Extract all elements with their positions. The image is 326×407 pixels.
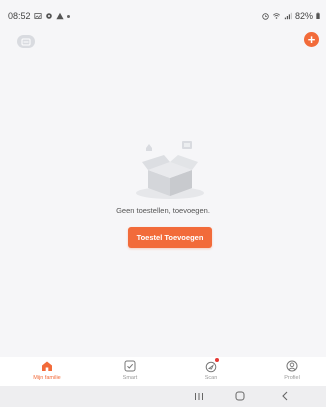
scan-icon-wrap bbox=[205, 358, 219, 373]
warning-icon bbox=[55, 12, 64, 20]
back-icon bbox=[282, 391, 288, 401]
tab-label: Scan bbox=[204, 375, 218, 381]
menu-icon bbox=[21, 38, 31, 45]
tab-my-family[interactable]: Mijn familie bbox=[17, 360, 77, 386]
gallery-icon bbox=[33, 13, 42, 19]
empty-state-message: Geen toestellen, toevoegen. bbox=[116, 206, 210, 215]
home-nav-icon bbox=[235, 391, 245, 401]
status-right: 82% bbox=[262, 11, 320, 21]
tab-bar: Mijn familie Smart Scan Profiel bbox=[0, 357, 326, 386]
scan-icon bbox=[205, 361, 217, 373]
home-icon bbox=[42, 361, 52, 371]
smart-icon bbox=[124, 360, 136, 372]
tab-label: Profiel bbox=[284, 375, 300, 381]
alarm-icon bbox=[262, 12, 269, 20]
notification-dot-icon bbox=[66, 14, 70, 18]
home-nav-button[interactable] bbox=[233, 390, 247, 402]
app-screen: 08:52 82% + Geen toestellen, toevoegen. … bbox=[0, 0, 326, 407]
status-time: 08:52 bbox=[8, 11, 31, 21]
tab-smart[interactable]: Smart bbox=[100, 360, 160, 386]
wifi-icon bbox=[273, 13, 280, 19]
signal-icon bbox=[284, 12, 292, 20]
battery-icon bbox=[316, 12, 320, 19]
notification-badge bbox=[215, 358, 219, 362]
tab-label: Smart bbox=[122, 375, 138, 381]
add-icon[interactable]: + bbox=[304, 32, 319, 47]
profile-icon bbox=[286, 360, 298, 372]
tab-label: Mijn familie bbox=[33, 375, 61, 381]
recents-button[interactable] bbox=[192, 390, 206, 402]
back-button[interactable] bbox=[278, 390, 292, 402]
settings-icon bbox=[45, 13, 52, 19]
status-left: 08:52 bbox=[8, 11, 70, 21]
status-bar: 08:52 82% bbox=[0, 0, 326, 22]
add-device-button[interactable]: Toestel Toevoegen bbox=[128, 227, 212, 248]
tab-profile[interactable]: Profiel bbox=[262, 360, 322, 386]
system-nav-bar bbox=[0, 386, 326, 407]
battery-percent: 82% bbox=[294, 11, 313, 21]
empty-box-icon bbox=[136, 141, 204, 199]
recents-icon bbox=[195, 392, 203, 400]
tab-scan[interactable]: Scan bbox=[181, 358, 241, 386]
home-switcher-button[interactable] bbox=[17, 35, 35, 48]
